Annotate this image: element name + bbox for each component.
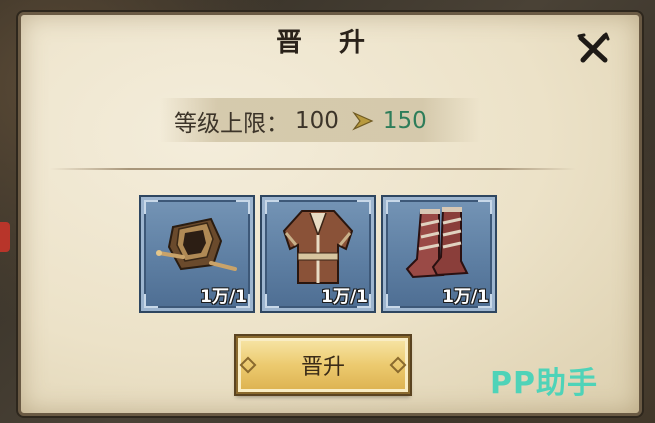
promote-button[interactable]: 晋升 <box>236 336 410 394</box>
close-icon <box>577 32 610 63</box>
dialog-title: 晋 升 <box>275 28 380 58</box>
material-slot-boots[interactable]: 1万/1 <box>381 195 497 313</box>
background-red-tab <box>0 222 10 252</box>
divider <box>50 168 576 170</box>
arrow-right-icon <box>351 109 375 133</box>
bracer-icon <box>156 217 237 271</box>
level-cap-next: 150 <box>382 108 427 134</box>
promote-button-label: 晋升 <box>300 355 345 380</box>
level-cap-current: 100 <box>295 108 339 134</box>
robe-icon <box>282 210 354 284</box>
level-cap-label: 等级上限： <box>174 111 289 137</box>
close-button[interactable] <box>575 30 611 66</box>
material-count: 1万/1 <box>321 287 368 307</box>
boots-icon <box>405 207 469 279</box>
level-cap-row: 等级上限： 100 150 <box>174 106 427 137</box>
material-slot-robe[interactable]: 1万/1 <box>260 195 376 313</box>
material-count: 1万/1 <box>200 287 247 307</box>
watermark: PP助手 <box>490 366 598 401</box>
material-slot-bracer[interactable]: 1万/1 <box>139 195 255 313</box>
material-count: 1万/1 <box>442 287 489 307</box>
